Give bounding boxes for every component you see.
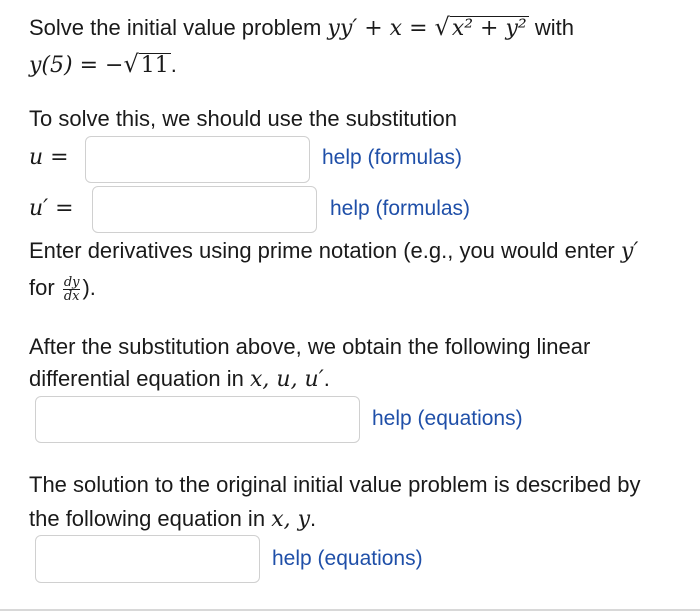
uprime-input[interactable] — [92, 186, 317, 233]
sqrt-symbol: √ — [434, 13, 450, 41]
problem-intro-text: Solve the initial value problem — [29, 15, 322, 40]
solution-prompt-text: the following equation in — [29, 506, 266, 531]
u-input[interactable] — [85, 136, 310, 183]
problem-statement-line2: y(5) = −√11. — [29, 49, 177, 81]
uprime-help-link[interactable]: help (formulas) — [330, 195, 470, 223]
dy-dx-fraction: dy dx — [62, 274, 81, 304]
problem-statement-line1: Solve the initial value problem yy′ + x … — [29, 12, 574, 44]
linear-equation-input[interactable] — [35, 396, 360, 443]
y-prime-symbol: y′ — [620, 239, 639, 264]
u-help-link[interactable]: help (formulas) — [322, 144, 462, 172]
linear-prompt-line1: After the substitution above, we obtain … — [29, 334, 591, 359]
u-label: u = — [29, 145, 69, 170]
solution-equation-input[interactable] — [35, 535, 260, 583]
derivative-note-text: Enter derivatives using prime notation (… — [29, 238, 615, 263]
derivative-note-line1: Enter derivatives using prime notation (… — [29, 236, 638, 267]
period: . — [170, 52, 177, 77]
fraction-denominator: dx — [63, 288, 80, 304]
linear-vars: x, u, u′ — [250, 367, 324, 392]
linear-prompt-text: differential equation in — [29, 366, 244, 391]
ode-expression: yy′ + x = — [327, 16, 435, 41]
solution-prompt-line2: the following equation in x, y. — [29, 504, 316, 535]
solution-vars: x, y — [271, 507, 311, 532]
linear-prompt-line2: differential equation in x, u, u′. — [29, 364, 330, 395]
linear-help-link[interactable]: help (equations) — [372, 405, 523, 433]
fraction-numerator: dy — [62, 274, 81, 290]
uprime-label: u′ = — [29, 196, 74, 221]
ic-sqrt-symbol: √ — [123, 50, 139, 78]
ic-radicand: 11 — [138, 53, 171, 78]
derivative-note-line2: for dy dx ). — [29, 273, 96, 303]
ode-radicand: x² + y² — [449, 16, 529, 41]
period: . — [310, 506, 317, 531]
substitution-prompt: To solve this, we should use the substit… — [29, 106, 458, 131]
period: . — [323, 366, 330, 391]
solution-prompt-line1: The solution to the original initial val… — [29, 472, 641, 497]
for-text: for — [29, 275, 55, 300]
solution-help-link[interactable]: help (equations) — [272, 545, 423, 573]
initial-condition-lhs: y(5) = − — [29, 53, 124, 78]
with-text: with — [534, 15, 574, 40]
note-end-text: ). — [82, 275, 96, 300]
